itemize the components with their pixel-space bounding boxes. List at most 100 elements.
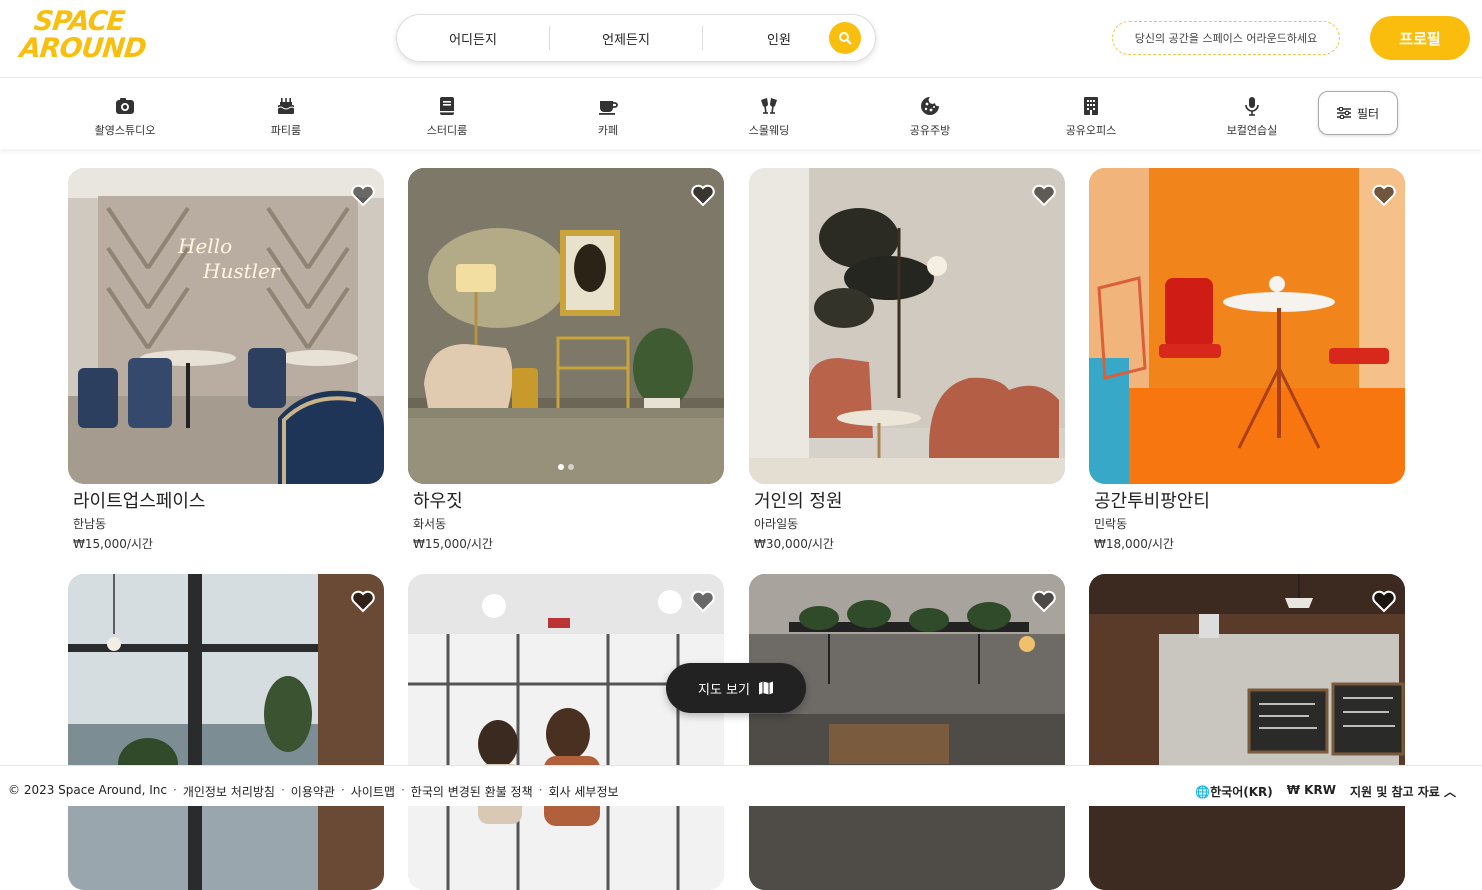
listing-photo[interactable]	[408, 168, 724, 484]
camera-icon	[116, 98, 134, 114]
profile-button[interactable]: 프로필	[1370, 16, 1470, 60]
coffee-cup-icon	[599, 101, 618, 115]
footer-link-refund-policy[interactable]: 한국의 변경된 환불 정책	[411, 783, 533, 800]
heart-icon[interactable]	[1371, 588, 1397, 614]
search-icon	[839, 32, 852, 45]
support-resources-link[interactable]: 지원 및 참고 자료 ︿	[1350, 783, 1456, 800]
show-map-label: 지도 보기	[698, 682, 750, 698]
listing-photo-orange-room	[1089, 168, 1405, 484]
search-where-field[interactable]: 어디든지	[397, 29, 549, 48]
listing-card[interactable]: 하우짓 화서동 ₩15,000/시간	[408, 168, 724, 554]
microphone-icon	[1245, 97, 1259, 116]
category-label: 스몰웨딩	[748, 124, 790, 137]
filter-label: 필터	[1356, 106, 1380, 121]
listing-title: 라이트업스페이스	[73, 491, 206, 512]
footer-link-company-info[interactable]: 회사 세부정보	[548, 783, 618, 800]
currency-selector[interactable]: ₩ KRW	[1287, 783, 1336, 800]
heart-icon[interactable]	[350, 182, 376, 208]
category-vocal-practice[interactable]: 보컬연습실	[1197, 95, 1307, 138]
category-bar: 촬영스튜디오 파티룸 스터디룸 카페 스몰웨딩 공유주방 공유오피스 보컬연습실…	[0, 79, 1482, 149]
heart-icon[interactable]	[1371, 182, 1397, 208]
listing-photo[interactable]	[68, 574, 384, 890]
logo-line-2: AROUND	[18, 33, 148, 64]
category-label: 카페	[597, 124, 619, 137]
footer-link-sitemap[interactable]: 사이트맵	[351, 783, 395, 800]
footer-link-terms[interactable]: 이용약관	[291, 783, 335, 800]
wedding-glasses-icon	[761, 98, 777, 114]
listing-location: 민락동	[1094, 517, 1128, 531]
footer-separator: ·	[280, 783, 285, 797]
listing-photo-bar-counter	[749, 574, 1065, 890]
filter-button[interactable]: 필터	[1318, 91, 1398, 135]
footer-link-privacy[interactable]: 개인정보 처리방침	[183, 783, 275, 800]
heart-icon[interactable]	[1031, 588, 1057, 614]
listing-photo-cafe-interior: Hello Hustler	[68, 168, 384, 484]
listing-location: 화서동	[413, 517, 447, 531]
heart-icon[interactable]	[1031, 182, 1057, 208]
footer-separator: ·	[340, 783, 345, 797]
category-study-room[interactable]: 스터디룸	[392, 95, 502, 138]
cookie-icon	[921, 97, 939, 115]
listing-card[interactable]	[749, 574, 1065, 890]
footer-separator: ·	[400, 783, 405, 797]
category-cafe[interactable]: 카페	[553, 95, 663, 138]
footer-separator: ·	[172, 783, 177, 797]
listing-card[interactable]: 공간투비팡안티 민락동 ₩18,000/시간	[1089, 168, 1405, 554]
listing-price: ₩30,000/시간	[754, 537, 834, 551]
category-photo-studio[interactable]: 촬영스튜디오	[70, 95, 180, 138]
listing-photo[interactable]	[1089, 168, 1405, 484]
chevron-up-icon: ︿	[1443, 785, 1456, 799]
svg-text:Hello: Hello	[177, 234, 232, 258]
listing-card[interactable]	[68, 574, 384, 890]
listing-card[interactable]: Hello Hustler 라이트업스페이스 한남동 ₩15,000/시간	[68, 168, 384, 554]
listing-photo-bright-cafe	[408, 574, 724, 890]
category-label: 스터디룸	[426, 124, 468, 137]
search-bar[interactable]: 어디든지 언제든지 인원	[396, 14, 876, 62]
language-selector[interactable]: 🌐한국어(KR)	[1195, 783, 1273, 800]
listing-photo-living-room	[408, 168, 724, 484]
footer-links: © 2023 Space Around, Inc · 개인정보 처리방침 · 이…	[8, 783, 619, 800]
globe-icon: 🌐	[1195, 785, 1211, 799]
listing-photo[interactable]	[749, 168, 1065, 484]
category-shared-office[interactable]: 공유오피스	[1036, 95, 1146, 138]
category-small-wedding[interactable]: 스몰웨딩	[714, 95, 824, 138]
svg-text:Hustler: Hustler	[202, 259, 281, 283]
category-label: 공유주방	[909, 124, 951, 137]
category-party-room[interactable]: 파티룸	[231, 95, 341, 138]
listing-photo-window-view	[68, 574, 384, 890]
listing-photo-plant-lounge	[749, 168, 1065, 484]
listing-title: 하우짓	[413, 491, 463, 512]
listing-card[interactable]: 거인의 정원 아라일동 ₩30,000/시간	[749, 168, 1065, 554]
listing-location: 한남동	[73, 517, 107, 531]
listing-title: 공간투비팡안티	[1094, 491, 1210, 512]
heart-icon[interactable]	[690, 182, 716, 208]
listing-photo[interactable]	[1089, 574, 1405, 890]
listing-card[interactable]	[408, 574, 724, 890]
category-label: 촬영스튜디오	[94, 124, 156, 137]
building-icon	[1084, 97, 1098, 115]
page-footer: © 2023 Space Around, Inc · 개인정보 처리방침 · 이…	[0, 765, 1482, 806]
search-button[interactable]	[829, 22, 861, 54]
listing-photo[interactable]	[408, 574, 724, 890]
footer-settings: 🌐한국어(KR) ₩ KRW 지원 및 참고 자료 ︿	[1195, 783, 1456, 800]
heart-icon[interactable]	[350, 588, 376, 614]
category-label: 공유오피스	[1065, 124, 1117, 137]
support-label: 지원 및 참고 자료	[1349, 785, 1440, 799]
search-when-field[interactable]: 언제든지	[550, 29, 702, 48]
listing-photo[interactable]: Hello Hustler	[68, 168, 384, 484]
listing-title: 거인의 정원	[754, 491, 843, 512]
language-label: 한국어(KR)	[1210, 785, 1273, 799]
footer-copyright: © 2023 Space Around, Inc	[8, 783, 167, 797]
book-icon	[440, 97, 454, 115]
listing-price: ₩15,000/시간	[413, 537, 493, 551]
listing-card[interactable]	[1089, 574, 1405, 890]
show-map-button[interactable]: 지도 보기	[666, 663, 806, 713]
heart-icon[interactable]	[690, 588, 716, 614]
listing-photo[interactable]	[749, 574, 1065, 890]
photo-carousel-dots[interactable]	[408, 455, 724, 474]
listing-price: ₩15,000/시간	[73, 537, 153, 551]
host-tagline-button[interactable]: 당신의 공간을 스페이스 어라운드하세요	[1112, 21, 1340, 55]
space-around-logo[interactable]: SPACE AROUND	[18, 6, 148, 66]
category-shared-kitchen[interactable]: 공유주방	[875, 95, 985, 138]
listing-location: 아라일동	[754, 517, 799, 531]
